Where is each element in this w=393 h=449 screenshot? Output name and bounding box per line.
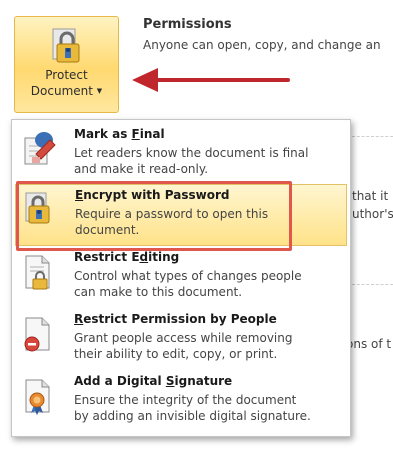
- description-line: Grant people access while removing: [74, 331, 293, 345]
- title-text: Add a Digital: [74, 374, 166, 388]
- menu-item-description: Let readers know the document is final a…: [74, 145, 308, 177]
- description-line: Let readers know the document is final: [74, 146, 309, 160]
- menu-item-title: Restrict Permission by People: [74, 312, 277, 326]
- protect-label-line1: Protect: [45, 68, 88, 82]
- background-text: ons of t: [346, 337, 392, 351]
- menu-item-title: Restrict Editing: [74, 250, 179, 264]
- access-key: E: [75, 188, 84, 202]
- description-line: by adding an invisible digital signature…: [74, 409, 311, 423]
- menu-item-mark-as-final[interactable]: Mark as Final Let readers know the docum…: [15, 124, 347, 186]
- description-line: Control what types of changes people: [74, 269, 302, 283]
- menu-item-title: Add a Digital Signature: [74, 374, 232, 388]
- access-key: R: [74, 312, 84, 326]
- lock-key-icon: [52, 28, 79, 63]
- description-line: their ability to edit, copy, or print.: [74, 347, 278, 361]
- separator-line: [352, 284, 393, 285]
- permissions-heading: Permissions: [143, 17, 232, 32]
- menu-item-description: Control what types of changes people can…: [74, 268, 302, 300]
- protect-document-menu: Mark as Final Let readers know the docum…: [11, 119, 351, 437]
- background-text: uthor's: [352, 207, 393, 221]
- background-text: that it: [352, 189, 389, 203]
- menu-item-restrict-permission-by-people[interactable]: Restrict Permission by People Grant peop…: [15, 309, 347, 371]
- separator-line: [352, 136, 393, 137]
- red-arrow-annotation: [132, 68, 290, 92]
- title-text: iting: [148, 250, 180, 264]
- menu-item-title: Mark as Final: [74, 127, 165, 141]
- restrict-permission-icon: [24, 317, 50, 352]
- access-key: F: [131, 127, 140, 141]
- title-text: Mark as: [74, 127, 132, 141]
- encrypt-lock-icon: [25, 192, 50, 224]
- digital-signature-icon: [25, 379, 50, 415]
- menu-item-restrict-editing[interactable]: Restrict Editing Control what types of c…: [15, 247, 347, 309]
- access-key: d: [139, 250, 149, 264]
- menu-item-encrypt-with-password[interactable]: Encrypt with Password Require a password…: [15, 184, 347, 246]
- title-text: estrict Permission by People: [83, 312, 277, 326]
- protect-label-line2: Document ▼: [31, 83, 102, 99]
- title-text: Restrict E: [74, 250, 140, 264]
- description-line: can make to this document.: [74, 285, 243, 299]
- title-text: inal: [139, 127, 165, 141]
- menu-item-description: Require a password to open this document…: [75, 206, 268, 238]
- menu-item-description: Grant people access while removing their…: [74, 330, 292, 362]
- menu-item-add-digital-signature[interactable]: Add a Digital Signature Ensure the integ…: [15, 371, 347, 433]
- description-line: document.: [75, 223, 140, 237]
- permissions-description: Anyone can open, copy, and change an: [143, 38, 381, 52]
- dropdown-arrow-icon: ▼: [96, 87, 103, 95]
- restrict-editing-icon: [25, 255, 50, 290]
- mark-final-icon: [24, 132, 56, 165]
- description-line: Require a password to open this: [75, 207, 269, 221]
- description-line: Ensure the integrity of the document: [74, 393, 297, 407]
- menu-item-description: Ensure the integrity of the document by …: [74, 392, 311, 424]
- description-line: and make it read-only.: [74, 162, 209, 176]
- title-text: ignature: [174, 374, 233, 388]
- title-text: ncrypt with Password: [83, 188, 230, 202]
- menu-item-title: Encrypt with Password: [75, 188, 229, 202]
- protect-label-text: Document: [30, 84, 93, 98]
- protect-document-button[interactable]: Protect Document ▼: [14, 16, 119, 113]
